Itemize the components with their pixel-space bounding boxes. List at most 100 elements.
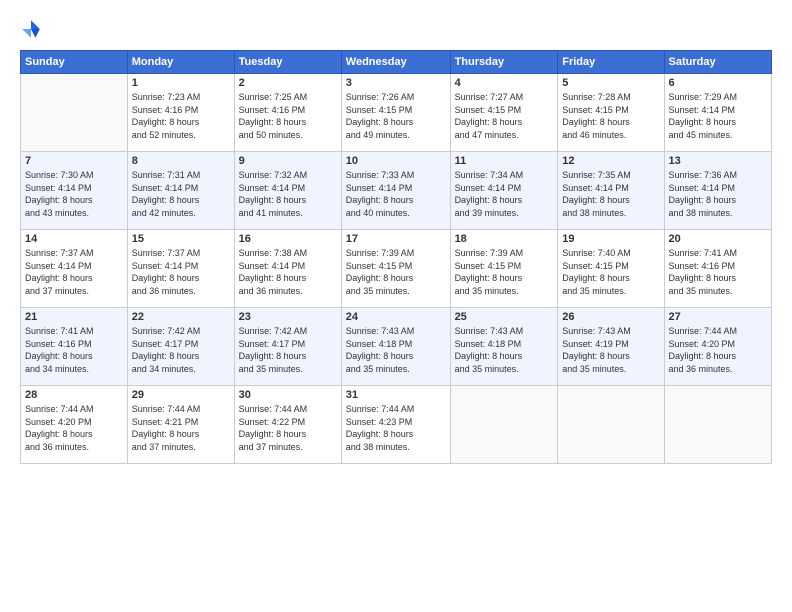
calendar-cell: 23 Sunrise: 7:42 AM Sunset: 4:17 PM Dayli… — [234, 308, 341, 386]
week-row-1: 1Sunrise: 7:23 AM Sunset: 4:16 PM Daylig… — [21, 74, 772, 152]
calendar-cell: 6 Sunrise: 7:29 AM Sunset: 4:14 PM Daylig… — [664, 74, 771, 152]
day-info: Sunrise: 7:23 AM Sunset: 4:16 PM Dayligh… — [132, 91, 230, 141]
day-number: 20 — [669, 233, 767, 245]
calendar-cell: 30 Sunrise: 7:44 AM Sunset: 4:22 PM Dayli… — [234, 386, 341, 464]
day-number: 28 — [25, 389, 123, 401]
day-number: 15 — [132, 233, 230, 245]
calendar-cell — [664, 386, 771, 464]
calendar-cell: 7 Sunrise: 7:30 AM Sunset: 4:14 PM Daylig… — [21, 152, 128, 230]
day-info: Sunrise: 7:29 AM Sunset: 4:14 PM Dayligh… — [669, 91, 767, 141]
day-number: 29 — [132, 389, 230, 401]
calendar-cell: 19 Sunrise: 7:40 AM Sunset: 4:15 PM Dayli… — [558, 230, 664, 308]
logo — [20, 18, 46, 40]
week-row-5: 28 Sunrise: 7:44 AM Sunset: 4:20 PM Dayli… — [21, 386, 772, 464]
calendar-cell: 27 Sunrise: 7:44 AM Sunset: 4:20 PM Dayli… — [664, 308, 771, 386]
day-number: 12 — [562, 155, 659, 167]
day-info: Sunrise: 7:44 AM Sunset: 4:20 PM Dayligh… — [25, 403, 123, 453]
calendar-table: SundayMondayTuesdayWednesdayThursdayFrid… — [20, 50, 772, 464]
calendar-cell: 2 Sunrise: 7:25 AM Sunset: 4:16 PM Daylig… — [234, 74, 341, 152]
week-row-4: 21 Sunrise: 7:41 AM Sunset: 4:16 PM Dayli… — [21, 308, 772, 386]
header — [20, 18, 772, 40]
calendar-cell: 17 Sunrise: 7:39 AM Sunset: 4:15 PM Dayli… — [341, 230, 450, 308]
calendar-cell: 20 Sunrise: 7:41 AM Sunset: 4:16 PM Dayli… — [664, 230, 771, 308]
day-number: 11 — [455, 155, 554, 167]
calendar-cell: 25Sunrise: 7:43 AM Sunset: 4:18 PM Dayli… — [450, 308, 558, 386]
day-number: 8 — [132, 155, 230, 167]
day-number: 31 — [346, 389, 446, 401]
day-info: Sunrise: 7:27 AM Sunset: 4:15 PM Dayligh… — [455, 91, 554, 141]
calendar-cell: 8Sunrise: 7:31 AM Sunset: 4:14 PM Daylig… — [127, 152, 234, 230]
day-info: Sunrise: 7:39 AM Sunset: 4:15 PM Dayligh… — [455, 247, 554, 297]
day-info: Sunrise: 7:44 AM Sunset: 4:20 PM Dayligh… — [669, 325, 767, 375]
calendar-cell: 14 Sunrise: 7:37 AM Sunset: 4:14 PM Dayli… — [21, 230, 128, 308]
col-header-saturday: Saturday — [664, 51, 771, 74]
calendar-cell — [558, 386, 664, 464]
day-number: 2 — [239, 77, 337, 89]
calendar-cell: 10Sunrise: 7:33 AM Sunset: 4:14 PM Dayli… — [341, 152, 450, 230]
day-info: Sunrise: 7:30 AM Sunset: 4:14 PM Dayligh… — [25, 169, 123, 219]
day-info: Sunrise: 7:43 AM Sunset: 4:19 PM Dayligh… — [562, 325, 659, 375]
calendar-cell: 21 Sunrise: 7:41 AM Sunset: 4:16 PM Dayli… — [21, 308, 128, 386]
day-number: 10 — [346, 155, 446, 167]
day-number: 6 — [669, 77, 767, 89]
day-number: 13 — [669, 155, 767, 167]
day-info: Sunrise: 7:26 AM Sunset: 4:15 PM Dayligh… — [346, 91, 446, 141]
col-header-tuesday: Tuesday — [234, 51, 341, 74]
calendar-cell: 11 Sunrise: 7:34 AM Sunset: 4:14 PM Dayli… — [450, 152, 558, 230]
day-info: Sunrise: 7:41 AM Sunset: 4:16 PM Dayligh… — [25, 325, 123, 375]
calendar-cell: 24 Sunrise: 7:43 AM Sunset: 4:18 PM Dayli… — [341, 308, 450, 386]
page: SundayMondayTuesdayWednesdayThursdayFrid… — [0, 0, 792, 612]
day-number: 27 — [669, 311, 767, 323]
day-number: 17 — [346, 233, 446, 245]
week-row-2: 7 Sunrise: 7:30 AM Sunset: 4:14 PM Daylig… — [21, 152, 772, 230]
day-info: Sunrise: 7:35 AM Sunset: 4:14 PM Dayligh… — [562, 169, 659, 219]
day-info: Sunrise: 7:44 AM Sunset: 4:22 PM Dayligh… — [239, 403, 337, 453]
day-number: 24 — [346, 311, 446, 323]
calendar-cell: 12 Sunrise: 7:35 AM Sunset: 4:14 PM Dayli… — [558, 152, 664, 230]
calendar-cell: 22 Sunrise: 7:42 AM Sunset: 4:17 PM Dayli… — [127, 308, 234, 386]
day-number: 4 — [455, 77, 554, 89]
calendar-cell: 1Sunrise: 7:23 AM Sunset: 4:16 PM Daylig… — [127, 74, 234, 152]
calendar-cell: 28 Sunrise: 7:44 AM Sunset: 4:20 PM Dayli… — [21, 386, 128, 464]
day-info: Sunrise: 7:42 AM Sunset: 4:17 PM Dayligh… — [132, 325, 230, 375]
col-header-thursday: Thursday — [450, 51, 558, 74]
calendar-cell: 13 Sunrise: 7:36 AM Sunset: 4:14 PM Dayli… — [664, 152, 771, 230]
day-number: 7 — [25, 155, 123, 167]
day-info: Sunrise: 7:34 AM Sunset: 4:14 PM Dayligh… — [455, 169, 554, 219]
day-info: Sunrise: 7:43 AM Sunset: 4:18 PM Dayligh… — [346, 325, 446, 375]
day-info: Sunrise: 7:44 AM Sunset: 4:21 PM Dayligh… — [132, 403, 230, 453]
day-number: 19 — [562, 233, 659, 245]
day-info: Sunrise: 7:42 AM Sunset: 4:17 PM Dayligh… — [239, 325, 337, 375]
day-number: 9 — [239, 155, 337, 167]
day-info: Sunrise: 7:41 AM Sunset: 4:16 PM Dayligh… — [669, 247, 767, 297]
calendar-cell: 29 Sunrise: 7:44 AM Sunset: 4:21 PM Dayli… — [127, 386, 234, 464]
day-info: Sunrise: 7:39 AM Sunset: 4:15 PM Dayligh… — [346, 247, 446, 297]
calendar-cell: 15Sunrise: 7:37 AM Sunset: 4:14 PM Dayli… — [127, 230, 234, 308]
calendar-cell: 26Sunrise: 7:43 AM Sunset: 4:19 PM Dayli… — [558, 308, 664, 386]
day-number: 25 — [455, 311, 554, 323]
col-header-monday: Monday — [127, 51, 234, 74]
logo-icon — [20, 18, 42, 40]
day-number: 30 — [239, 389, 337, 401]
day-number: 23 — [239, 311, 337, 323]
calendar-cell: 3 Sunrise: 7:26 AM Sunset: 4:15 PM Daylig… — [341, 74, 450, 152]
col-header-friday: Friday — [558, 51, 664, 74]
col-header-sunday: Sunday — [21, 51, 128, 74]
calendar-cell: 31Sunrise: 7:44 AM Sunset: 4:23 PM Dayli… — [341, 386, 450, 464]
day-info: Sunrise: 7:32 AM Sunset: 4:14 PM Dayligh… — [239, 169, 337, 219]
day-info: Sunrise: 7:28 AM Sunset: 4:15 PM Dayligh… — [562, 91, 659, 141]
day-info: Sunrise: 7:25 AM Sunset: 4:16 PM Dayligh… — [239, 91, 337, 141]
day-number: 3 — [346, 77, 446, 89]
calendar-cell — [450, 386, 558, 464]
day-number: 14 — [25, 233, 123, 245]
day-number: 21 — [25, 311, 123, 323]
calendar-cell: 18Sunrise: 7:39 AM Sunset: 4:15 PM Dayli… — [450, 230, 558, 308]
day-info: Sunrise: 7:40 AM Sunset: 4:15 PM Dayligh… — [562, 247, 659, 297]
day-info: Sunrise: 7:36 AM Sunset: 4:14 PM Dayligh… — [669, 169, 767, 219]
week-row-3: 14 Sunrise: 7:37 AM Sunset: 4:14 PM Dayli… — [21, 230, 772, 308]
day-info: Sunrise: 7:37 AM Sunset: 4:14 PM Dayligh… — [25, 247, 123, 297]
day-number: 5 — [562, 77, 659, 89]
day-info: Sunrise: 7:38 AM Sunset: 4:14 PM Dayligh… — [239, 247, 337, 297]
calendar-cell: 16Sunrise: 7:38 AM Sunset: 4:14 PM Dayli… — [234, 230, 341, 308]
day-number: 22 — [132, 311, 230, 323]
